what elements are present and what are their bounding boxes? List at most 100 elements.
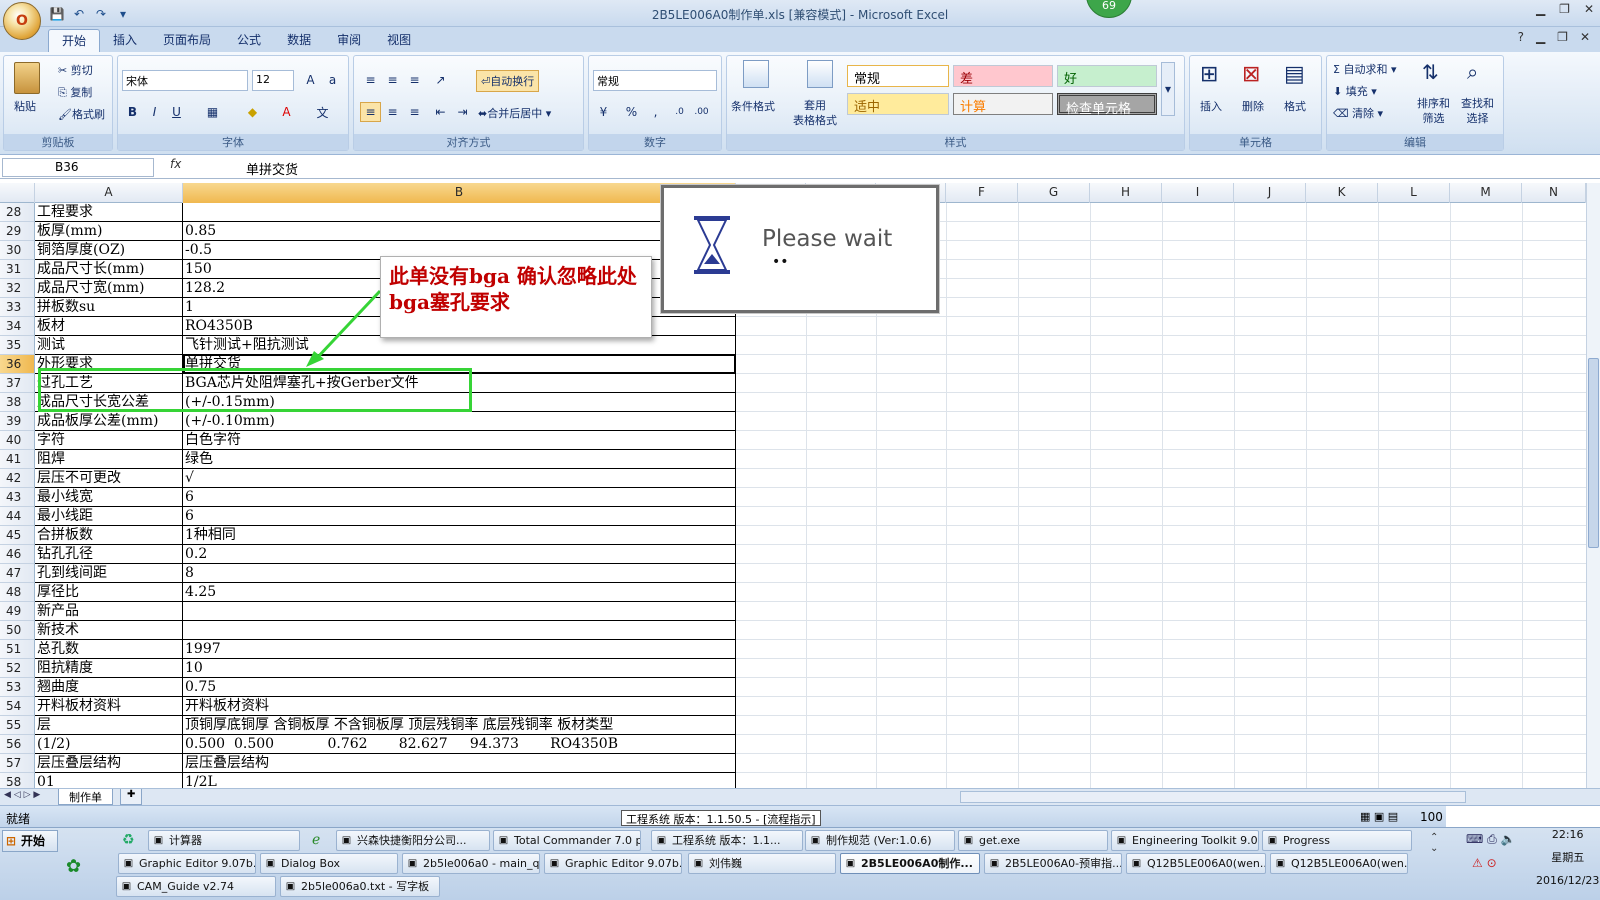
minimize-icon[interactable]: ▁ [1536, 30, 1545, 44]
taskbar-button[interactable]: ▣ 刘伟巍 [688, 853, 836, 874]
align-bottom-icon[interactable]: ≡ [404, 70, 425, 90]
empty-cells-row[interactable] [736, 602, 1586, 621]
comma-button[interactable]: , [645, 102, 666, 122]
conditional-format-button[interactable]: 条件格式 [731, 98, 775, 114]
new-sheet-icon[interactable]: ✚ [120, 789, 143, 805]
tab-home[interactable]: 开始 [48, 29, 101, 52]
cell-b[interactable]: 0.500 0.500 0.762 82.627 94.373 RO4350B [183, 735, 736, 754]
shrink-font-icon[interactable]: a [322, 70, 343, 90]
row-header[interactable]: 58 [0, 773, 35, 788]
font-size-select[interactable]: 12 [252, 70, 294, 91]
empty-cells-row[interactable] [736, 583, 1586, 602]
help-icon[interactable]: ? [1518, 30, 1524, 44]
cut-button[interactable]: ✂ 剪切 [58, 62, 93, 78]
taskbar-button[interactable]: ▣ Q12B5LE006A0(wen... [1126, 853, 1266, 874]
zoom-level[interactable]: 100 [1420, 810, 1443, 824]
restore-icon[interactable]: ❐ [1557, 30, 1568, 44]
taskbar-button[interactable]: ▣ CAM_Guide v2.74 [116, 876, 276, 897]
app-info-window[interactable]: 工程系统 版本：1.1.50.5 - [流程指示] [621, 810, 821, 826]
tray-icons[interactable]: ⌨ ⎙ 🔈 [1466, 832, 1516, 847]
empty-cells-row[interactable] [736, 488, 1586, 507]
sheet-nav-arrows[interactable]: ◀ ◁ ▷ ▶ [4, 790, 40, 800]
empty-cells-row[interactable] [736, 621, 1586, 640]
fill-color-icon[interactable]: ◆ [242, 102, 263, 122]
taskbar-button[interactable]: ▣ Progress [1262, 830, 1412, 851]
column-header-i[interactable]: I [1162, 183, 1234, 203]
cell-a[interactable]: 阻抗精度 [35, 659, 183, 678]
bold-button[interactable]: B [122, 102, 143, 122]
quick-launch-icon[interactable]: ✿ [66, 856, 81, 877]
tab-formulas[interactable]: 公式 [224, 29, 274, 52]
decrease-decimal-icon[interactable]: .00 [691, 102, 712, 122]
underline-button[interactable]: U [166, 102, 187, 122]
view-buttons[interactable]: ▦ ▣ ▤ [1360, 810, 1398, 823]
currency-icon[interactable]: ¥ [593, 102, 614, 122]
formula-input[interactable]: 单拼交货 [246, 159, 298, 178]
style-neutral[interactable]: 适中 [847, 93, 949, 115]
empty-cells-row[interactable] [736, 431, 1586, 450]
empty-cells-row[interactable] [736, 773, 1586, 788]
cell-a[interactable]: (1/2) [35, 735, 183, 754]
close-icon[interactable]: ✕ [1584, 2, 1594, 16]
empty-cells-row[interactable] [736, 640, 1586, 659]
format-button[interactable]: 格式 [1284, 98, 1306, 114]
restore-icon[interactable]: ❐ [1559, 2, 1570, 16]
cell-a[interactable]: 开料板材资料 [35, 697, 183, 716]
column-header-n[interactable]: N [1522, 183, 1586, 203]
sort-filter-button[interactable]: 排序和 筛选 [1417, 96, 1450, 126]
paste-button[interactable]: 粘贴 [14, 98, 36, 114]
minimize-icon[interactable]: ▁ [1536, 2, 1545, 16]
font-name-select[interactable]: 宋体 [122, 70, 248, 91]
styles-scroll-icon[interactable]: ▾ [1161, 62, 1175, 116]
column-header-j[interactable]: J [1234, 183, 1306, 203]
row-header[interactable]: 56 [0, 735, 35, 754]
taskbar-button[interactable]: ▣ Q12B5LE006A0(wen... [1270, 853, 1408, 874]
empty-cells-row[interactable] [736, 564, 1586, 583]
column-header-f[interactable]: F [946, 183, 1018, 203]
empty-cells-row[interactable] [736, 545, 1586, 564]
empty-cells-row[interactable] [736, 716, 1586, 735]
tab-view[interactable]: 视图 [374, 29, 424, 52]
copy-button[interactable]: ⎘ 复制 [58, 84, 92, 100]
office-button[interactable]: O [3, 2, 41, 40]
taskbar-button[interactable]: ▣ Total Commander 7.0 p... [493, 830, 641, 851]
sheet-tab-active[interactable]: 制作单 [58, 789, 113, 805]
style-check-cell[interactable]: 检查单元格 [1057, 93, 1157, 117]
ie-icon[interactable]: ℯ [312, 832, 320, 848]
empty-cells-row[interactable] [736, 412, 1586, 431]
paste-icon[interactable] [14, 62, 40, 94]
tab-page-layout[interactable]: 页面布局 [150, 29, 224, 52]
cell-b[interactable]: 0.75 [183, 678, 736, 697]
row-header[interactable]: 54 [0, 697, 35, 716]
cell-a[interactable]: 01 [35, 773, 183, 788]
grow-font-icon[interactable]: A [300, 70, 321, 90]
column-header-h[interactable]: H [1090, 183, 1162, 203]
start-button[interactable]: ⊞ 开始 [2, 830, 58, 852]
style-bad[interactable]: 差 [953, 65, 1053, 87]
borders-icon[interactable]: ▦ [202, 102, 223, 122]
clear-button[interactable]: ⌫ 清除 ▾ [1333, 105, 1383, 121]
column-header-l[interactable]: L [1378, 183, 1450, 203]
empty-cells-row[interactable] [736, 659, 1586, 678]
row-header[interactable]: 57 [0, 754, 35, 773]
style-calculation[interactable]: 计算 [953, 93, 1053, 115]
cell-b[interactable]: 层压叠层结构 [183, 754, 736, 773]
empty-cells-row[interactable] [736, 374, 1586, 393]
taskbar-button[interactable]: ▣ 2B5LE006A0制作... [840, 853, 980, 874]
percent-button[interactable]: % [621, 102, 642, 122]
scroll-thumb[interactable] [1588, 358, 1599, 548]
row-header[interactable]: 50 [0, 621, 35, 640]
empty-cells-row[interactable] [736, 469, 1586, 488]
delete-button[interactable]: 删除 [1242, 98, 1264, 114]
empty-cells-row[interactable] [736, 450, 1586, 469]
italic-button[interactable]: I [144, 102, 165, 122]
increase-indent-icon[interactable]: ⇥ [452, 102, 473, 122]
tray-icons-2[interactable]: ⚠ ⊙ [1472, 856, 1497, 870]
cell-b[interactable]: 开料板材资料 [183, 697, 736, 716]
cell-a[interactable]: 层压叠层结构 [35, 754, 183, 773]
decrease-indent-icon[interactable]: ⇤ [430, 102, 451, 122]
tab-data[interactable]: 数据 [274, 29, 324, 52]
taskbar-button[interactable]: ▣ 兴森快捷衡阳分公司... [336, 830, 490, 851]
insert-button[interactable]: 插入 [1200, 98, 1222, 114]
taskbar-button[interactable]: ▣ Graphic Editor 9.07b... [118, 853, 256, 874]
